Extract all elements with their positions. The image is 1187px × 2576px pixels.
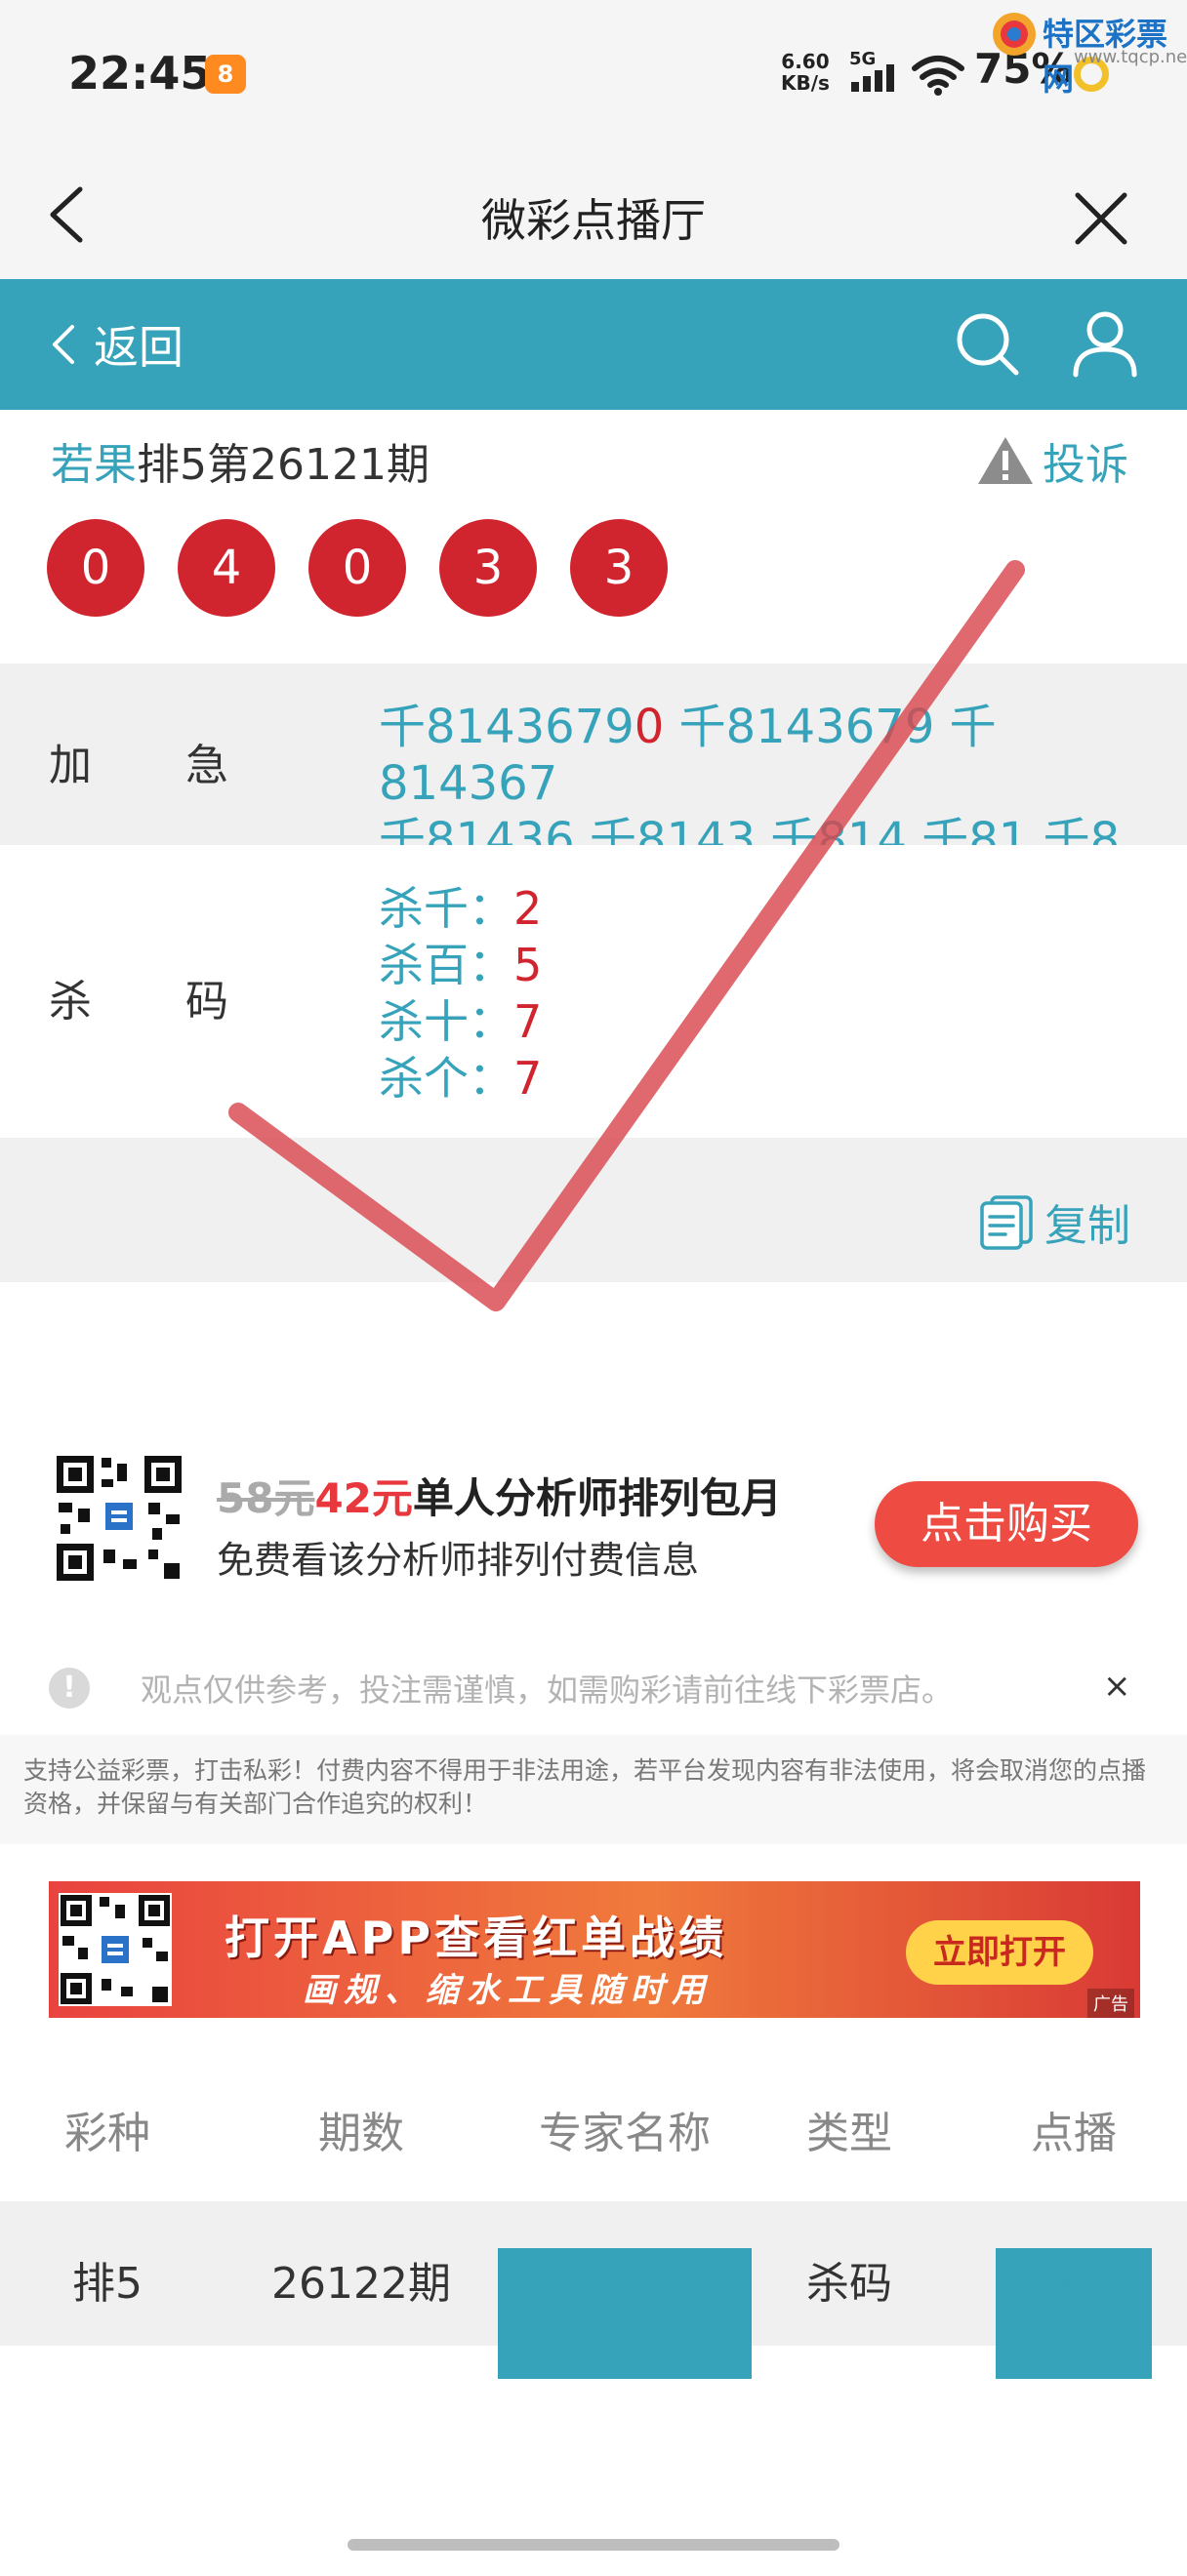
chevron-left-icon <box>53 325 74 364</box>
issue-text: 排5第26121期 <box>137 440 430 490</box>
network-speed: 6.60 KB/s <box>781 51 830 94</box>
table-cell-play-link[interactable]: 点播 <box>996 2248 1152 2379</box>
user-icon <box>1073 311 1137 378</box>
table-cell-expert-link[interactable]: 若果 <box>498 2248 752 2379</box>
kill-item-value: 2 <box>513 882 543 935</box>
kill-item-name: 杀百： <box>379 939 513 991</box>
watermark-logo-icon <box>993 13 1036 56</box>
ad-tag: 广告 <box>1087 1989 1134 2018</box>
new-price: 42元 <box>314 1474 413 1522</box>
kill-item: 杀百：5 <box>379 937 542 993</box>
number-ball: 0 <box>308 519 406 617</box>
table-cell-type: 杀码 <box>806 2259 892 2309</box>
jiaji-line-1: 千81436790 千8143679 千814367 <box>379 699 1160 812</box>
kill-item: 杀个：7 <box>379 1050 542 1107</box>
disclaimer-text: 支持公益彩票，打击私彩！付费内容不得用于非法用途，若平台发现内容有非法使用，将会… <box>0 1735 1187 1844</box>
app-header: 返回 <box>0 279 1187 410</box>
network-speed-unit: KB/s <box>781 71 830 95</box>
close-button[interactable] <box>1074 191 1128 250</box>
jiaji-content: 千81436790 千8143679 千814367 千81436 千8143 … <box>379 699 1160 868</box>
promo-qr-code <box>55 1454 184 1583</box>
warning-icon <box>978 437 1033 484</box>
expert-name-link[interactable]: 若果 <box>51 440 137 490</box>
open-app-button[interactable]: 立即打开 <box>906 1920 1093 1985</box>
status-time: 22:45 <box>68 47 212 100</box>
copy-label: 复制 <box>1044 1201 1130 1251</box>
buy-button[interactable]: 点击购买 <box>875 1481 1138 1567</box>
search-button[interactable] <box>952 308 1022 382</box>
table-header-type: 类型 <box>806 2109 892 2158</box>
jiaji-line-1-highlight: 0 <box>634 700 665 754</box>
kill-item-name: 杀千： <box>379 882 513 935</box>
promo-title: 58元42元单人分析师排列包月 <box>217 1466 782 1525</box>
winning-numbers: 0 4 0 3 3 <box>47 519 701 617</box>
number-ball: 3 <box>439 519 537 617</box>
banner-qr-code <box>59 1893 172 2006</box>
banner-subtitle: 画规、缩水工具随时用 <box>303 1971 713 2010</box>
kill-item-name: 杀十： <box>379 995 513 1048</box>
app-notification-icon: 8 <box>205 55 246 94</box>
issue-title: 若果排5第26121期 <box>51 429 430 492</box>
watermark-url: www.tqcp.net <box>1074 47 1187 67</box>
kill-item-value: 5 <box>513 939 543 991</box>
promo-subtitle: 免费看该分析师排列付费信息 <box>217 1539 700 1582</box>
app-ad-banner[interactable]: 打开APP查看红单战绩 画规、缩水工具随时用 立即打开 广告 <box>49 1881 1140 2018</box>
table-header-lottery: 彩种 <box>64 2109 150 2158</box>
kill-item: 杀十：7 <box>379 993 542 1050</box>
kill-item-value: 7 <box>513 995 543 1048</box>
notice-text: 观点仅供参考，投注需谨慎，如需购彩请前往线下彩票店。 <box>141 1671 954 1709</box>
banner-title: 打开APP查看红单战绩 <box>225 1912 728 1964</box>
table-cell-lottery: 排5 <box>72 2259 143 2309</box>
signal-label: 5G <box>849 49 876 69</box>
home-indicator[interactable] <box>348 2539 839 2551</box>
complain-label: 投诉 <box>1043 440 1128 490</box>
table-header-expert: 专家名称 <box>539 2109 711 2158</box>
header-back-label: 返回 <box>94 321 184 374</box>
signal-icon: 5G <box>847 47 906 100</box>
document-copy-icon <box>980 1195 1033 1250</box>
kill-label: 杀码 <box>49 977 322 1026</box>
promo-title-text: 单人分析师排列包月 <box>412 1474 782 1522</box>
kill-item-name: 杀个： <box>379 1052 513 1105</box>
network-speed-value: 6.60 <box>781 50 830 73</box>
complain-button[interactable]: 投诉 <box>976 429 1128 492</box>
search-icon <box>957 313 1019 376</box>
info-icon: ! <box>49 1668 90 1709</box>
copy-button[interactable]: 复制 <box>978 1190 1130 1253</box>
title-bar: 微彩点播厅 <box>0 146 1187 279</box>
kill-item-value: 7 <box>513 1052 543 1105</box>
jiaji-label: 加急 <box>49 741 322 790</box>
old-price: 58元 <box>217 1474 315 1522</box>
user-button[interactable] <box>1072 308 1138 382</box>
jiaji-line-1-prefix: 千8143679 <box>379 700 634 754</box>
table-header-play: 点播 <box>1031 2109 1117 2158</box>
notice-bar: ! 观点仅供参考，投注需谨慎，如需购彩请前往线下彩票店。 × <box>49 1667 1142 1710</box>
close-icon <box>1075 192 1127 245</box>
wifi-icon <box>911 53 965 100</box>
page-title: 微彩点播厅 <box>481 194 706 247</box>
number-ball: 0 <box>47 519 144 617</box>
table-header-issue: 期数 <box>318 2109 404 2158</box>
kill-list: 杀千：2 杀百：5 杀十：7 杀个：7 <box>379 880 542 1107</box>
number-ball: 3 <box>570 519 668 617</box>
table-cell-issue: 26122期 <box>271 2259 451 2309</box>
kill-item: 杀千：2 <box>379 880 542 937</box>
header-back-button[interactable]: 返回 <box>51 312 184 377</box>
number-ball: 4 <box>178 519 275 617</box>
status-bar: 22:45 8 6.60 KB/s 5G 75% 特区彩票网 www.tqcp.… <box>0 0 1187 146</box>
notice-close-button[interactable]: × <box>1103 1667 1131 1706</box>
